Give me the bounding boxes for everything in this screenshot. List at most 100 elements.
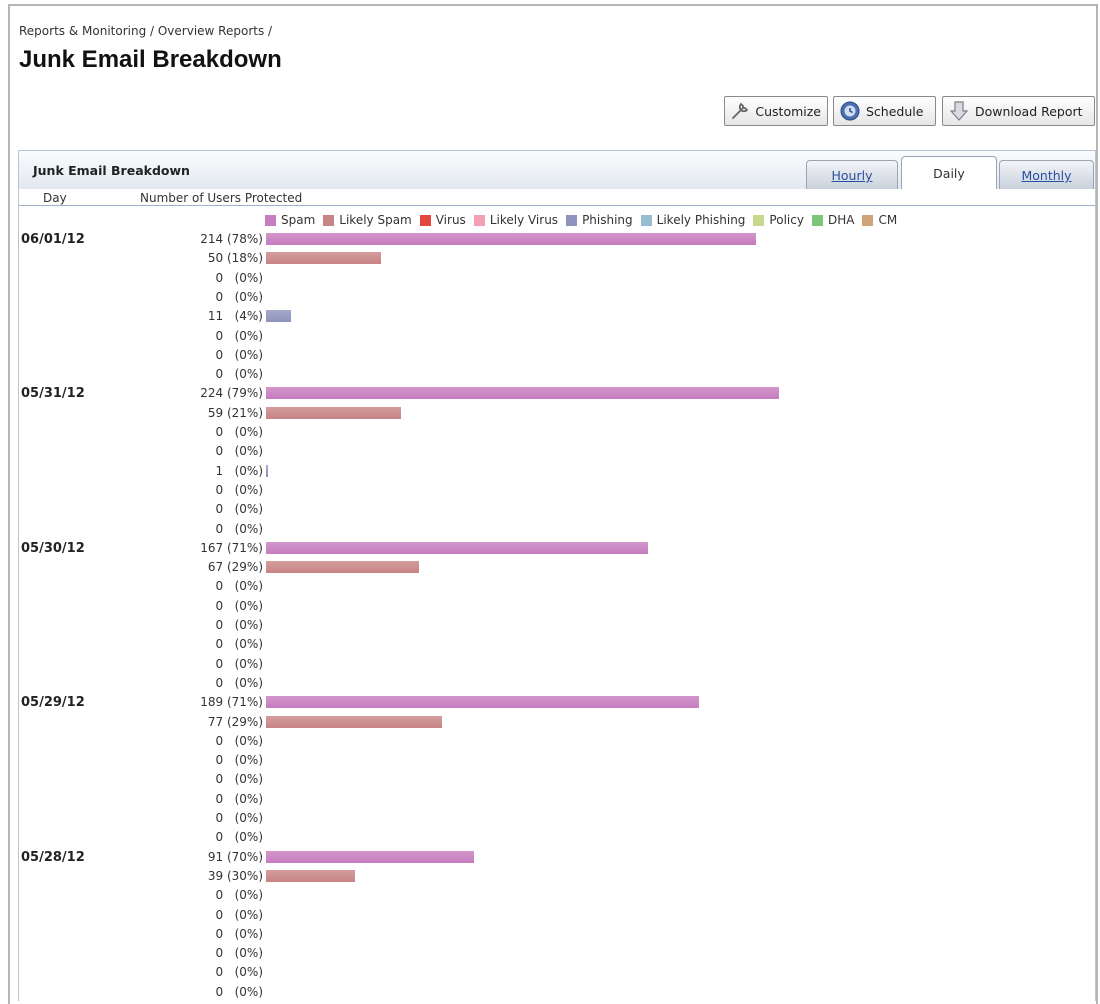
wrench-icon (729, 99, 751, 123)
clock-icon (838, 99, 862, 123)
legend-item: Likely Phishing (640, 213, 746, 227)
bar-likely-spam[interactable] (266, 869, 356, 882)
value-label: 0 (0%) (215, 289, 263, 304)
value-label: 0 (0%) (215, 753, 263, 768)
bar-phishing[interactable] (266, 464, 269, 477)
value-label: 0 (0%) (215, 811, 263, 825)
schedule-label: Schedule (866, 103, 924, 119)
legend-item: Virus (419, 213, 466, 227)
legend-swatch (753, 214, 765, 226)
value-label: 0 (0%) (215, 791, 263, 806)
download-arrow-icon (947, 99, 971, 123)
value-label: 0 (0%) (215, 965, 263, 980)
legend-swatch (473, 214, 485, 226)
bar-likely-spam[interactable] (266, 715, 443, 728)
value-label: 50 (18%) (207, 251, 263, 266)
panel-header: Junk Email Breakdown Hourly Daily Monthl… (19, 151, 1095, 190)
value-label: 0 (0%) (215, 772, 263, 787)
legend-item: Phishing (566, 213, 633, 227)
legend-item: CM (862, 213, 897, 227)
legend-swatch (265, 214, 276, 226)
panel-title: Junk Email Breakdown (33, 163, 190, 178)
legend-item: Likely Virus (473, 213, 559, 227)
value-label: 0 (0%) (215, 733, 263, 748)
legend-label: Virus (435, 213, 466, 227)
legend-swatch (419, 214, 431, 226)
value-label: 0 (0%) (215, 946, 263, 961)
value-label: 11 (4%) (207, 309, 263, 324)
value-label: 0 (0%) (215, 598, 263, 613)
tab-hourly[interactable]: Hourly (806, 160, 898, 190)
value-label: 59 (21%) (207, 405, 263, 420)
value-label: 214 (78%) (200, 232, 263, 246)
bar-likely-spam[interactable] (266, 406, 402, 419)
column-header-users: Number of Users Protected (140, 191, 303, 205)
value-label: 167 (71%) (200, 540, 263, 555)
bar-phishing[interactable] (266, 310, 292, 323)
column-headers: Day Number of Users Protected (19, 189, 1095, 206)
download-label: Download Report (975, 103, 1083, 119)
legend-label: DHA (827, 213, 855, 227)
value-label: 67 (29%) (207, 560, 263, 575)
legend-label: CM (878, 213, 898, 227)
value-label: 0 (0%) (215, 830, 263, 845)
value-label: 0 (0%) (215, 675, 263, 690)
value-label: 0 (0%) (215, 637, 263, 652)
value-label: 0 (0%) (215, 579, 263, 594)
value-label: 0 (0%) (215, 425, 263, 439)
report-panel: Junk Email Breakdown Hourly Daily Monthl… (18, 150, 1096, 1001)
legend-swatch (862, 214, 874, 226)
legend-label: Policy (769, 213, 804, 227)
legend-item: Likely Spam (323, 213, 412, 227)
legend-label: Likely Phishing (656, 213, 746, 227)
value-label: 0 (0%) (215, 482, 263, 497)
legend-swatch (640, 214, 652, 226)
value-label: 0 (0%) (215, 521, 263, 536)
value-label: 77 (29%) (207, 714, 263, 729)
bar-spam[interactable] (266, 696, 699, 709)
bar-likely-spam[interactable] (266, 252, 381, 265)
value-label: 0 (0%) (215, 618, 263, 632)
legend-label: Likely Virus (489, 213, 559, 227)
bar-spam[interactable] (266, 850, 475, 863)
download-report-button[interactable]: Download Report (942, 96, 1095, 126)
value-label: 224 (79%) (200, 386, 263, 401)
tab-monthly[interactable]: Monthly (999, 160, 1094, 190)
legend-label: Phishing (582, 213, 633, 227)
value-label: 39 (30%) (207, 868, 263, 883)
value-label: 0 (0%) (215, 367, 263, 382)
customize-button[interactable]: Customize (724, 96, 828, 126)
legend-item: Policy (753, 213, 804, 227)
legend-label: Likely Spam (339, 213, 412, 227)
page-title: Junk Email Breakdown (19, 46, 282, 73)
value-label: 0 (0%) (215, 907, 263, 922)
bar-spam[interactable] (266, 233, 757, 245)
bar-spam[interactable] (266, 541, 649, 554)
value-label: 0 (0%) (215, 347, 263, 362)
tab-daily[interactable]: Daily (901, 156, 997, 190)
value-label: 0 (0%) (215, 502, 263, 517)
chart-legend: Spam Likely Spam Virus Likely Virus Phishing… (265, 213, 905, 229)
value-label: 0 (0%) (215, 656, 263, 671)
value-label: 91 (70%) (207, 849, 263, 864)
column-header-day: Day (43, 191, 67, 205)
customize-label: Customize (755, 103, 821, 119)
value-label: 0 (0%) (215, 328, 263, 343)
bar-likely-spam[interactable] (266, 561, 420, 574)
value-label: 0 (0%) (215, 888, 263, 903)
schedule-button[interactable]: Schedule (833, 96, 936, 126)
legend-swatch (323, 214, 335, 226)
legend-item: Spam (265, 213, 315, 227)
legend-item: DHA (811, 213, 855, 227)
bar-spam[interactable] (266, 387, 779, 400)
legend-swatch (811, 214, 823, 226)
value-label: 189 (71%) (200, 695, 263, 710)
breadcrumb[interactable]: Reports & Monitoring / Overview Reports … (19, 24, 272, 38)
value-label: 0 (0%) (215, 926, 263, 941)
value-label: 0 (0%) (215, 984, 263, 999)
value-label: 0 (0%) (215, 270, 263, 285)
value-label: 0 (0%) (215, 444, 263, 459)
legend-swatch (566, 214, 578, 226)
legend-label: Spam (281, 213, 316, 227)
value-label: 1 (0%) (215, 463, 263, 478)
